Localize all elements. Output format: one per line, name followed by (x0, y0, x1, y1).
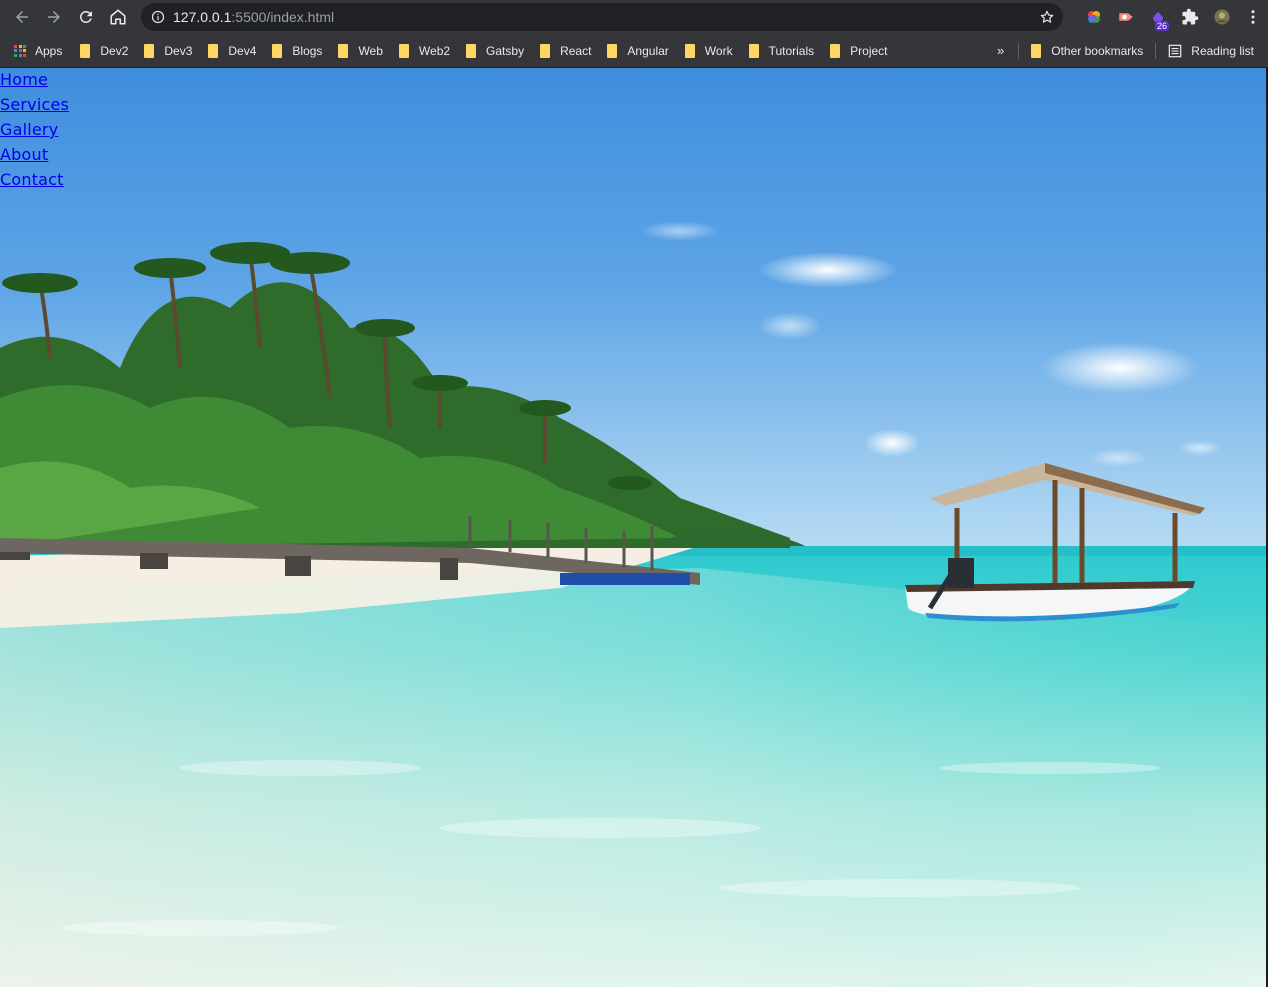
color-picker-extension[interactable] (1078, 0, 1110, 34)
nav-item: About (0, 145, 69, 170)
bookmark-folder[interactable]: React (532, 37, 599, 65)
bookmark-label: Other bookmarks (1051, 43, 1144, 58)
folder-icon (144, 43, 155, 58)
folder-icon (540, 43, 551, 58)
folder-icon (748, 43, 759, 58)
bookmark-folder[interactable]: Project (822, 37, 895, 65)
nav-item: Home (0, 70, 69, 95)
arrow-right-icon (48, 11, 60, 23)
nav-item: Services (0, 95, 69, 120)
browser-menu-button[interactable] (1238, 0, 1268, 34)
bookmark-label: Dev4 (228, 43, 257, 58)
bookmark-folder[interactable]: Web (330, 37, 390, 65)
bookmark-label: Blogs (292, 43, 323, 58)
bookmark-label: Web (358, 43, 383, 58)
apps-grid-icon (14, 44, 26, 57)
hero-background-image (0, 68, 1268, 987)
reload-button[interactable] (70, 0, 102, 34)
extension-badge: 26 (1154, 21, 1169, 31)
browser-toolbar: 127.0.0.1:5500/index.html 26 (0, 0, 1268, 34)
bookmark-folder[interactable]: Dev2 (70, 37, 136, 65)
folder-icon (466, 43, 477, 58)
color-wheel-icon (1088, 11, 1100, 23)
bookmark-folder[interactable]: Web2 (391, 37, 458, 65)
bookmark-label: Angular (627, 43, 669, 58)
address-bar[interactable]: 127.0.0.1:5500/index.html (141, 3, 1063, 31)
folder-icon (272, 43, 283, 58)
extensions-menu-button[interactable] (1174, 0, 1206, 34)
bookmark-folder[interactable]: Dev4 (200, 37, 264, 65)
info-icon[interactable] (151, 10, 165, 24)
site-nav: Home Services Gallery About Contact (0, 70, 69, 195)
back-button[interactable] (6, 0, 38, 34)
folder-icon (80, 43, 91, 58)
profile-button[interactable] (1206, 0, 1238, 34)
bookmarks-divider (1155, 42, 1157, 59)
page-viewport: Home Services Gallery About Contact (0, 68, 1268, 987)
nav-item: Contact (0, 170, 69, 195)
kebab-menu-icon (1251, 10, 1255, 24)
bookmark-apps[interactable]: Apps (0, 37, 70, 65)
puzzle-icon (1182, 8, 1199, 25)
nav-link-about[interactable]: About (0, 145, 48, 164)
folder-icon (607, 43, 618, 58)
forward-button[interactable] (38, 0, 70, 34)
nav-link-services[interactable]: Services (0, 95, 69, 114)
bookmark-label: Dev3 (164, 43, 193, 58)
nav-item: Gallery (0, 120, 69, 145)
bookmarks-overflow-button[interactable]: » (987, 43, 1014, 58)
bookmark-label: Project (850, 43, 888, 58)
home-button[interactable] (102, 0, 134, 34)
folder-icon (398, 43, 409, 58)
bookmark-folder[interactable]: Tutorials (741, 37, 823, 65)
bookmark-label: Web2 (418, 43, 451, 58)
nav-link-gallery[interactable]: Gallery (0, 120, 58, 139)
arrow-left-icon (16, 11, 28, 23)
folder-icon (830, 43, 841, 58)
avatar (1214, 9, 1230, 25)
bookmark-label: Tutorials (768, 43, 815, 58)
reload-icon (79, 10, 92, 23)
nav-link-contact[interactable]: Contact (0, 170, 64, 189)
bookmark-label: Apps (35, 43, 63, 58)
bookmark-folder[interactable]: Angular (599, 37, 676, 65)
home-icon (110, 9, 126, 25)
folder-icon (208, 43, 219, 58)
bookmark-label: Dev2 (100, 43, 129, 58)
folder-icon (684, 43, 695, 58)
other-bookmarks[interactable]: Other bookmarks (1023, 37, 1151, 65)
bookmarks-bar: Apps Dev2 Dev3 Dev4 Blogs Web Web2 Gatsb… (0, 34, 1268, 68)
bookmark-folder[interactable]: Blogs (264, 37, 330, 65)
folder-icon (338, 43, 349, 58)
bookmark-label: Work (704, 43, 733, 58)
reading-list-icon (1168, 44, 1182, 57)
bookmark-label: Reading list (1191, 43, 1254, 58)
record-icon (1119, 13, 1133, 21)
counter-extension[interactable]: 26 (1142, 0, 1174, 34)
url-host: 127.0.0.1 (173, 9, 232, 25)
bookmark-folder[interactable]: Gatsby (458, 37, 532, 65)
bookmarks-divider (1018, 42, 1020, 59)
reading-list-button[interactable]: Reading list (1160, 37, 1268, 65)
bookmark-folder[interactable]: Work (677, 37, 741, 65)
bookmark-label: Gatsby (486, 43, 525, 58)
url-text: 127.0.0.1:5500/index.html (173, 9, 334, 25)
bookmark-label: React (560, 43, 592, 58)
url-path: :5500/index.html (231, 9, 335, 25)
nav-link-home[interactable]: Home (0, 70, 48, 89)
folder-icon (1031, 43, 1042, 58)
screen-recorder-extension[interactable] (1110, 0, 1142, 34)
bookmark-folder[interactable]: Dev3 (136, 37, 200, 65)
bookmark-star-icon[interactable] (1039, 9, 1055, 25)
extensions-area: 26 (1078, 0, 1268, 34)
